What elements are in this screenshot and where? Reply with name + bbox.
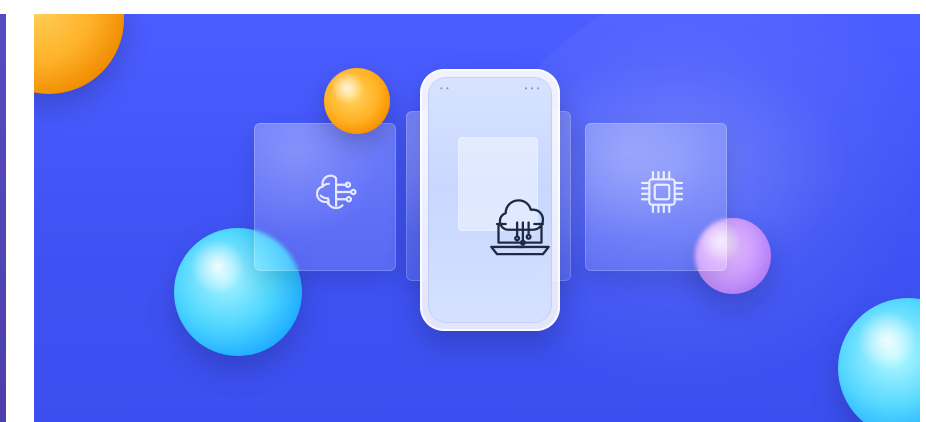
cyan-sphere-right (838, 298, 920, 422)
phone-status-bar: • • • • • (428, 77, 552, 99)
microchip-icon (640, 170, 684, 214)
orange-sphere-large (34, 14, 124, 94)
hero-banner: • • • • • (34, 14, 920, 422)
glass-card-right (585, 123, 727, 271)
banner-frame: • • • • • (0, 0, 926, 422)
status-left: • • (440, 83, 450, 93)
phone-screen: • • • • • (428, 77, 552, 323)
center-glass-panel (458, 137, 550, 256)
glass-card-left (254, 123, 396, 271)
brain-circuit-icon (315, 174, 357, 210)
status-right: • • • (524, 83, 540, 93)
cloud-laptop-icon (490, 199, 550, 256)
left-edge-strip (0, 14, 6, 422)
phone-mockup: • • • • • (420, 69, 560, 331)
